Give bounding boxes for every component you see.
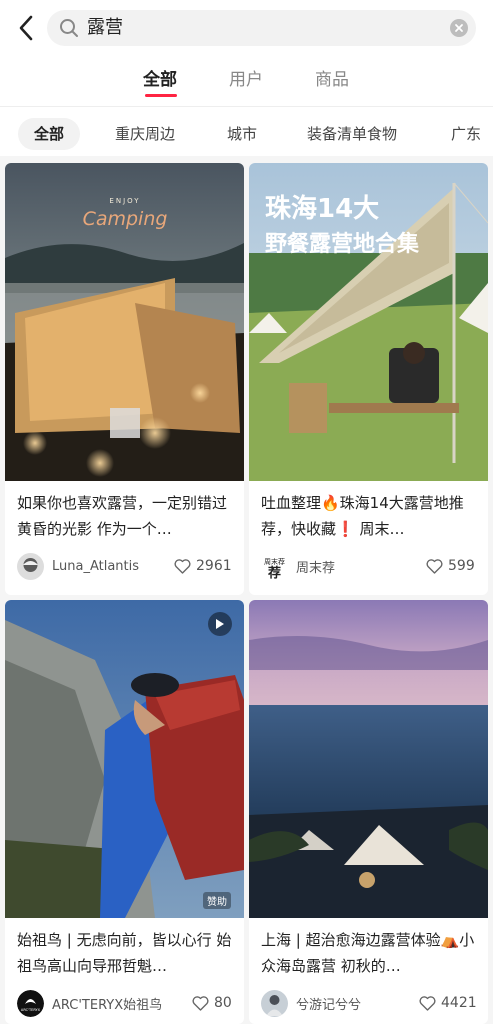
cover-caption: ENJOY bbox=[109, 197, 140, 205]
cover-caption: 珠海14大 bbox=[265, 194, 379, 224]
post-card[interactable]: 赞助 始祖鸟 | 无虑向前，皆以心行 始祖鸟高山向导邢哲魁… ARC'TERYX… bbox=[5, 600, 244, 1024]
heart-icon bbox=[419, 995, 436, 1011]
filter-chip-chongqing[interactable]: 重庆周边 bbox=[115, 118, 175, 150]
chevron-left-icon bbox=[19, 15, 33, 41]
author-name: 周末荐 bbox=[296, 561, 336, 576]
like-count: 2961 bbox=[196, 558, 232, 574]
divider bbox=[0, 106, 493, 107]
search-query: 露营 bbox=[87, 17, 123, 38]
post-card[interactable]: ENJOY Camping 如果你也喜欢露营，一定别错过黄昏的光影 作为一个… … bbox=[5, 163, 244, 595]
post-card[interactable]: 上海 | 超治愈海边露营体验⛺小众海岛露营 初秋的… 兮游记兮兮 4421 bbox=[249, 600, 488, 1024]
search-icon bbox=[60, 19, 78, 37]
post-author[interactable]: Luna_Atlantis bbox=[17, 553, 139, 580]
filter-chip-guangdong[interactable]: 广东 bbox=[451, 118, 481, 150]
post-card[interactable]: 珠海14大 野餐露营地合集 吐血整理🔥珠海14大露营地推荐，快收藏❗ 周末… 周… bbox=[249, 163, 488, 595]
post-author[interactable]: ARC'TERYX ARC'TERYX始祖鸟 bbox=[17, 990, 162, 1017]
post-title: 上海 | 超治愈海边露营体验⛺小众海岛露营 初秋的… bbox=[261, 931, 475, 975]
avatar: ARC'TERYX bbox=[17, 990, 44, 1017]
cover-caption: Camping bbox=[83, 208, 168, 230]
heart-icon bbox=[174, 558, 191, 574]
svg-text:ARC'TERYX: ARC'TERYX bbox=[21, 1008, 41, 1012]
video-play-icon bbox=[208, 612, 232, 636]
svg-text:周末荐: 周末荐 bbox=[264, 557, 285, 566]
filter-chip-city[interactable]: 城市 bbox=[227, 118, 257, 150]
like-button[interactable]: 2961 bbox=[174, 558, 232, 574]
tab-users[interactable]: 用户 bbox=[229, 69, 263, 91]
like-button[interactable]: 599 bbox=[426, 558, 475, 574]
author-name: 兮游记兮兮 bbox=[296, 998, 362, 1013]
clear-search-button[interactable] bbox=[450, 19, 468, 37]
post-cover-image bbox=[249, 600, 488, 918]
like-count: 80 bbox=[214, 995, 232, 1011]
post-cover-image bbox=[5, 600, 244, 918]
author-name: Luna_Atlantis bbox=[52, 559, 140, 574]
like-button[interactable]: 4421 bbox=[419, 995, 477, 1011]
avatar bbox=[261, 990, 288, 1017]
avatar bbox=[17, 553, 44, 580]
post-author[interactable]: 兮游记兮兮 bbox=[261, 990, 361, 1017]
author-name: ARC'TERYX始祖鸟 bbox=[52, 998, 163, 1013]
back-button[interactable] bbox=[10, 11, 42, 45]
post-cover-image: ENJOY Camping bbox=[5, 163, 244, 481]
like-count: 4421 bbox=[441, 995, 477, 1011]
post-title: 如果你也喜欢露营，一定别错过黄昏的光影 作为一个… bbox=[17, 494, 228, 538]
close-icon bbox=[455, 24, 463, 32]
post-title: 吐血整理🔥珠海14大露营地推荐，快收藏❗ 周末… bbox=[261, 494, 464, 538]
tab-products[interactable]: 商品 bbox=[315, 69, 349, 91]
header: 露营 全部 用户 商品 全部 重庆周边 城市 装备清单食物 广东 bbox=[0, 0, 493, 156]
sponsored-badge: 赞助 bbox=[203, 892, 231, 909]
like-button[interactable]: 80 bbox=[192, 995, 232, 1011]
post-cover-image: 珠海14大 野餐露营地合集 bbox=[249, 163, 488, 481]
avatar: 周末荐荐 bbox=[261, 553, 288, 580]
active-tab-indicator bbox=[145, 94, 177, 97]
tab-all[interactable]: 全部 bbox=[143, 69, 177, 91]
filter-chip-all[interactable]: 全部 bbox=[18, 118, 81, 150]
post-title: 始祖鸟 | 无虑向前，皆以心行 始祖鸟高山向导邢哲魁… bbox=[17, 931, 232, 975]
svg-text:荐: 荐 bbox=[267, 565, 281, 580]
filter-chip-gear[interactable]: 装备清单食物 bbox=[307, 118, 397, 150]
cover-caption: 野餐露营地合集 bbox=[265, 231, 420, 257]
heart-icon bbox=[192, 995, 209, 1011]
search-input[interactable]: 露营 bbox=[47, 10, 476, 46]
heart-icon bbox=[426, 558, 443, 574]
post-author[interactable]: 周末荐荐 周末荐 bbox=[261, 553, 335, 580]
like-count: 599 bbox=[448, 558, 475, 574]
